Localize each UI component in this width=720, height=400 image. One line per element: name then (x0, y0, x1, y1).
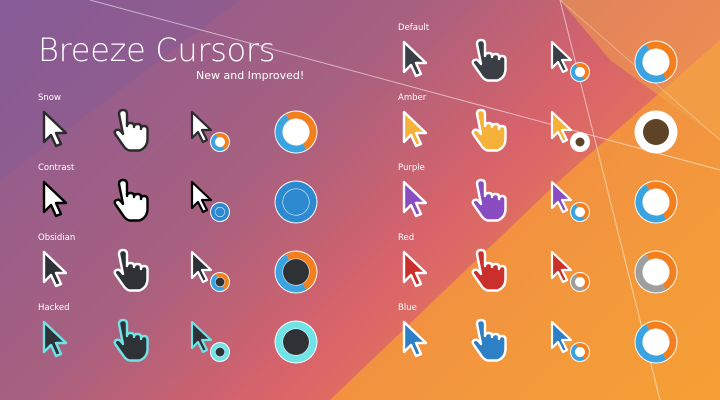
amber-busy-cursor-icon (632, 108, 680, 156)
blue-hand-cursor-icon (462, 318, 510, 366)
contrast-progress-cursor-icon (188, 178, 236, 226)
theme-label-default: Default (398, 23, 430, 33)
hacked-progress-cursor-icon (188, 318, 236, 366)
hacked-busy-cursor-icon (272, 318, 320, 366)
page-subtitle: New and Improved! (196, 69, 305, 82)
blue-arrow-cursor-icon (398, 318, 446, 366)
theme-label-purple: Purple (398, 163, 425, 173)
obsidian-hand-cursor-icon (104, 248, 152, 296)
contrast-busy-cursor-icon (272, 178, 320, 226)
amber-hand-cursor-icon (462, 108, 510, 156)
red-hand-cursor-icon (462, 248, 510, 296)
red-progress-cursor-icon (548, 248, 596, 296)
page-title: Breeze Cursors (38, 31, 276, 69)
snow-hand-cursor-icon (104, 108, 152, 156)
default-progress-cursor-icon (548, 38, 596, 86)
purple-progress-cursor-icon (548, 178, 596, 226)
theme-label-obsidian: Obsidian (38, 233, 76, 243)
theme-label-blue: Blue (398, 303, 417, 313)
hacked-hand-cursor-icon (104, 318, 152, 366)
red-arrow-cursor-icon (398, 248, 446, 296)
obsidian-busy-cursor-icon (272, 248, 320, 296)
red-busy-cursor-icon (632, 248, 680, 296)
default-arrow-cursor-icon (398, 38, 446, 86)
amber-progress-cursor-icon (548, 108, 596, 156)
snow-busy-cursor-icon (272, 108, 320, 156)
contrast-arrow-cursor-icon (38, 178, 86, 226)
purple-busy-cursor-icon (632, 178, 680, 226)
blue-progress-cursor-icon (548, 318, 596, 366)
blue-busy-cursor-icon (632, 318, 680, 366)
snow-progress-cursor-icon (188, 108, 236, 156)
hacked-arrow-cursor-icon (38, 318, 86, 366)
snow-arrow-cursor-icon (38, 108, 86, 156)
contrast-hand-cursor-icon (104, 178, 152, 226)
theme-label-hacked: Hacked (38, 303, 70, 313)
theme-label-red: Red (398, 233, 415, 243)
purple-arrow-cursor-icon (398, 178, 446, 226)
theme-label-contrast: Contrast (38, 163, 75, 173)
purple-hand-cursor-icon (462, 178, 510, 226)
amber-arrow-cursor-icon (398, 108, 446, 156)
obsidian-arrow-cursor-icon (38, 248, 86, 296)
default-busy-cursor-icon (632, 38, 680, 86)
theme-label-snow: Snow (38, 93, 61, 103)
default-hand-cursor-icon (462, 38, 510, 86)
obsidian-progress-cursor-icon (188, 248, 236, 296)
theme-label-amber: Amber (398, 93, 427, 103)
